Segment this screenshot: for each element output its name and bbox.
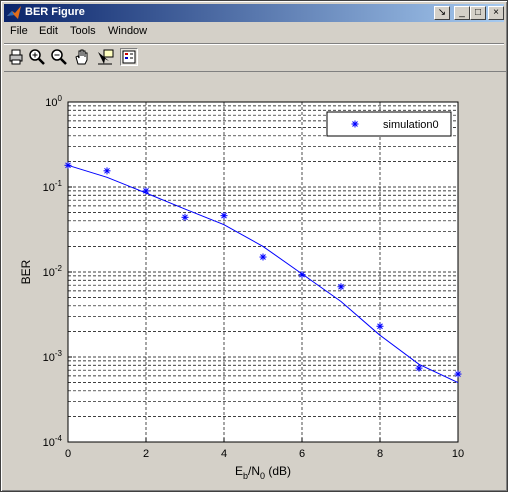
close-button[interactable]: × [488, 6, 504, 20]
simulation-marker [103, 167, 111, 175]
menu-tools[interactable]: Tools [70, 25, 96, 37]
menu-file[interactable]: File [10, 25, 28, 37]
simulation-marker [181, 213, 189, 221]
y-tick-label: 10-2 [43, 264, 63, 279]
toolbar [4, 43, 504, 70]
figure-area: 0 2 4 6 8 10 100 10-1 10-2 10-3 10-4 BER Eb/N0 (dB) s… [4, 71, 506, 490]
simulation-marker [454, 370, 462, 378]
simulation-marker [415, 364, 423, 372]
zoom-out-icon[interactable] [50, 48, 68, 66]
legend-toggle-icon[interactable] [120, 48, 138, 66]
x-tick-label: 2 [143, 448, 149, 460]
y-tick-label: 10-3 [43, 349, 63, 364]
ber-plot[interactable]: 0 2 4 6 8 10 100 10-1 10-2 10-3 10-4 BER Eb/N0 (dB) s… [4, 72, 506, 490]
window-title: BER Figure [25, 6, 85, 18]
menu-window[interactable]: Window [108, 25, 147, 37]
simulation-marker [337, 283, 345, 291]
simulation-marker [376, 322, 384, 330]
dock-button[interactable]: ↘ [434, 6, 450, 20]
ber-figure-window: BER Figure ↘ _ □ × File Edit Tools Windo… [0, 0, 508, 492]
x-tick-label: 6 [299, 448, 305, 460]
simulation-marker [64, 161, 72, 169]
y-axis-label: BER [19, 259, 33, 284]
y-tick-label: 10-1 [43, 179, 63, 194]
x-tick-label: 10 [452, 448, 464, 460]
legend-marker [351, 120, 359, 128]
x-tick-label: 4 [221, 448, 227, 460]
y-tick-label: 100 [45, 94, 62, 109]
pan-hand-icon[interactable] [73, 48, 91, 66]
legend-label: simulation0 [383, 119, 439, 131]
matlab-logo-icon [7, 6, 21, 19]
x-axis-label: Eb/N0 (dB) [235, 464, 291, 481]
menu-bar: File Edit Tools Window [4, 23, 504, 41]
zoom-in-icon[interactable] [28, 48, 46, 66]
y-tick-label: 10-4 [43, 434, 63, 449]
menu-edit[interactable]: Edit [39, 25, 58, 37]
simulation-marker [220, 212, 228, 220]
simulation-marker [142, 187, 150, 195]
simulation-marker [259, 253, 267, 261]
simulation-marker [298, 271, 306, 279]
minimize-button[interactable]: _ [454, 6, 470, 20]
legend: simulation0 [326, 111, 452, 137]
print-icon[interactable] [7, 48, 25, 66]
x-tick-label: 0 [65, 448, 71, 460]
maximize-button[interactable]: □ [470, 6, 486, 20]
title-bar[interactable]: BER Figure ↘ _ □ × [4, 4, 504, 22]
x-tick-label: 8 [377, 448, 383, 460]
data-cursor-icon[interactable] [96, 48, 114, 66]
